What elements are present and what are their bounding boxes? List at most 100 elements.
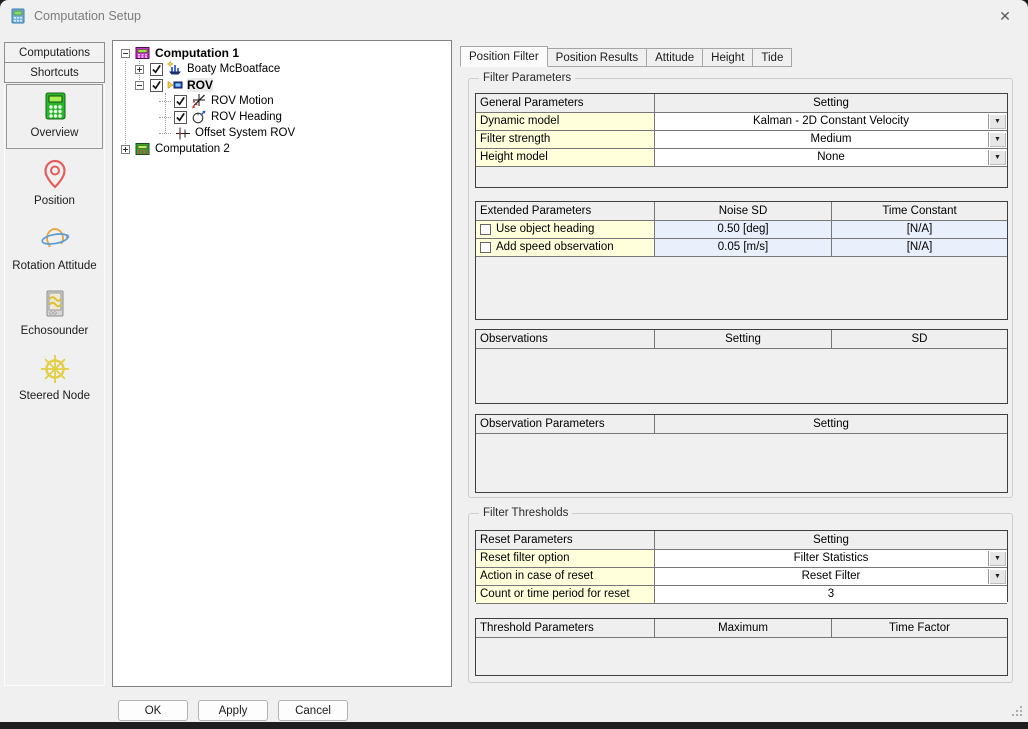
expand-icon[interactable]	[135, 65, 144, 74]
groupbox-legend: Filter Thresholds	[479, 507, 572, 519]
ok-button[interactable]: OK	[118, 700, 188, 721]
motion-sensor-icon	[190, 93, 207, 109]
tab-position-filter[interactable]: Position Filter	[460, 46, 548, 67]
shortcut-item-steered-node[interactable]: Steered Node	[6, 347, 103, 409]
sidebar-tab-computations[interactable]: Computations	[4, 42, 105, 63]
resize-grip[interactable]	[1012, 706, 1022, 716]
tab-attitude[interactable]: Attitude	[646, 48, 703, 67]
tree-checkbox[interactable]	[150, 63, 163, 76]
rov-icon	[166, 77, 183, 93]
apply-button[interactable]: Apply	[198, 700, 268, 721]
setting-cell-add-speed-observation: [N/A]	[831, 238, 1007, 256]
param-label-text: Use object heading	[496, 221, 594, 238]
tree-item-offset-system-rov[interactable]: Offset System ROV	[113, 125, 451, 141]
column-header-extended-parameters: Extended Parameters	[476, 202, 654, 220]
tree-connector-stub	[159, 101, 171, 102]
settings-panel: Position FilterPosition ResultsAttitudeH…	[458, 40, 1020, 687]
setting-cell-add-speed-observation: 0.05 [m/s]	[654, 238, 831, 256]
tree-checkbox[interactable]	[174, 111, 187, 124]
calculator-app-icon	[10, 8, 26, 24]
shortcut-label: Overview	[31, 127, 79, 139]
param-checkbox[interactable]	[480, 242, 491, 253]
setting-cell-filter-strength[interactable]: Medium ▼	[654, 130, 1007, 148]
tree-item-label: ROV	[187, 78, 213, 92]
tab-position-results[interactable]: Position Results	[547, 48, 647, 67]
tree-item-boaty-mcboatface[interactable]: Boaty McBoatface	[113, 61, 451, 77]
tree-item-label: Computation 2	[155, 143, 230, 155]
setting-cell-count-or-time-period-for-reset[interactable]: 3	[654, 585, 1007, 603]
computation-1-icon	[134, 45, 151, 61]
dropdown-arrow-icon[interactable]: ▼	[988, 114, 1006, 129]
close-icon[interactable]: ✕	[990, 3, 1020, 29]
setting-cell-action-in-case-of-reset[interactable]: Reset Filter ▼	[654, 567, 1007, 585]
setting-cell-dynamic-model[interactable]: Kalman - 2D Constant Velocity▼	[654, 112, 1007, 130]
table-threshold-parameters: Threshold ParametersMaximumTime Factor	[475, 618, 1008, 676]
expand-icon[interactable]	[121, 145, 130, 154]
cancel-button[interactable]: Cancel	[278, 700, 348, 721]
dropdown-arrow-icon[interactable]: ▼	[988, 132, 1006, 147]
groupbox-filter-thresholds: Filter ThresholdsReset ParametersSetting…	[468, 513, 1013, 683]
shortcut-list: Overview Position Rotation AttitudeEchosou…	[5, 84, 104, 409]
tree-item-label: ROV Motion	[211, 95, 274, 107]
title-bar: Computation Setup ✕	[0, 0, 1028, 32]
column-header-threshold-parameters: Threshold Parameters	[476, 619, 654, 637]
collapse-icon[interactable]	[135, 81, 144, 90]
column-header-maximum: Maximum	[654, 619, 831, 637]
groupbox-filter-parameters: Filter ParametersGeneral ParametersSetti…	[468, 78, 1013, 498]
tree-connector-stub	[159, 117, 171, 118]
param-label-text: Dynamic model	[480, 113, 559, 130]
shortcut-item-overview[interactable]: Overview	[6, 84, 103, 149]
param-label-text: Reset filter option	[480, 550, 570, 567]
table-empty-area	[476, 348, 1007, 403]
table-observation-parameters: Observation ParametersSetting	[475, 414, 1008, 493]
setting-value: Medium	[811, 131, 852, 148]
param-label-text: Filter strength	[480, 131, 550, 148]
collapse-icon[interactable]	[121, 49, 130, 58]
param-label-action-in-case-of-reset: Action in case of reset	[476, 567, 654, 585]
setting-value: Reset Filter	[802, 568, 861, 585]
tree-item-label: Computation 1	[155, 46, 239, 60]
tree-checkbox[interactable]	[150, 79, 163, 92]
column-header-setting: Setting	[654, 415, 1007, 433]
tab-height[interactable]: Height	[702, 48, 753, 67]
setting-cell-height-model[interactable]: None▼	[654, 148, 1007, 166]
sidebar-tab-shortcuts[interactable]: Shortcuts	[4, 62, 105, 83]
tree-item-rov-heading[interactable]: ROV Heading	[113, 109, 451, 125]
setting-value: [N/A]	[907, 221, 933, 238]
table-empty-area	[476, 256, 1007, 319]
param-label-text: Height model	[480, 149, 548, 166]
shortcut-item-position[interactable]: Position	[6, 152, 103, 214]
tree-checkbox[interactable]	[174, 95, 187, 108]
setting-value: 0.05 [m/s]	[718, 239, 769, 256]
param-label-height-model: Height model	[476, 148, 654, 166]
column-header-noise-sd: Noise SD	[654, 202, 831, 220]
tree-item-computation-1[interactable]: Computation 1	[113, 45, 451, 61]
param-checkbox[interactable]	[480, 224, 491, 235]
column-header-time-factor: Time Factor	[831, 619, 1007, 637]
param-label-use-object-heading: Use object heading	[476, 220, 654, 238]
setting-cell-reset-filter-option[interactable]: Filter Statistics ▼	[654, 549, 1007, 567]
computation-setup-dialog: Computation Setup ✕ ComputationsShortcut…	[0, 0, 1028, 722]
shortcut-label: Position	[34, 195, 75, 207]
dropdown-arrow-icon[interactable]: ▼	[988, 569, 1006, 584]
heading-sensor-icon	[190, 109, 207, 125]
setting-value: Filter Statistics	[794, 550, 869, 567]
echosounder-icon	[39, 288, 71, 320]
dropdown-arrow-icon[interactable]: ▼	[988, 551, 1006, 566]
tree-item-computation-2[interactable]: Computation 2	[113, 141, 451, 157]
tree-connector-stub	[159, 133, 171, 134]
shortcut-item-rotation-attitude[interactable]: Rotation Attitude	[6, 217, 103, 279]
tab-tide[interactable]: Tide	[752, 48, 792, 67]
setting-cell-use-object-heading: 0.50 [deg]	[654, 220, 831, 238]
param-label-dynamic-model: Dynamic model	[476, 112, 654, 130]
ship-wheel-icon	[39, 353, 71, 385]
table-empty-area	[476, 637, 1007, 675]
computation-tree-panel: Computation 1Boaty McBoatfaceROV ROV Moti…	[112, 40, 452, 687]
table-observations: ObservationsSettingSD	[475, 329, 1008, 404]
table-extended-parameters: Extended ParametersNoise SDTime Constant…	[475, 201, 1008, 320]
shortcut-item-echosounder[interactable]: Echosounder	[6, 282, 103, 344]
param-label-filter-strength: Filter strength	[476, 130, 654, 148]
tree-item-rov[interactable]: ROV	[113, 77, 451, 93]
dropdown-arrow-icon[interactable]: ▼	[988, 150, 1006, 165]
tree-item-rov-motion[interactable]: ROV Motion	[113, 93, 451, 109]
